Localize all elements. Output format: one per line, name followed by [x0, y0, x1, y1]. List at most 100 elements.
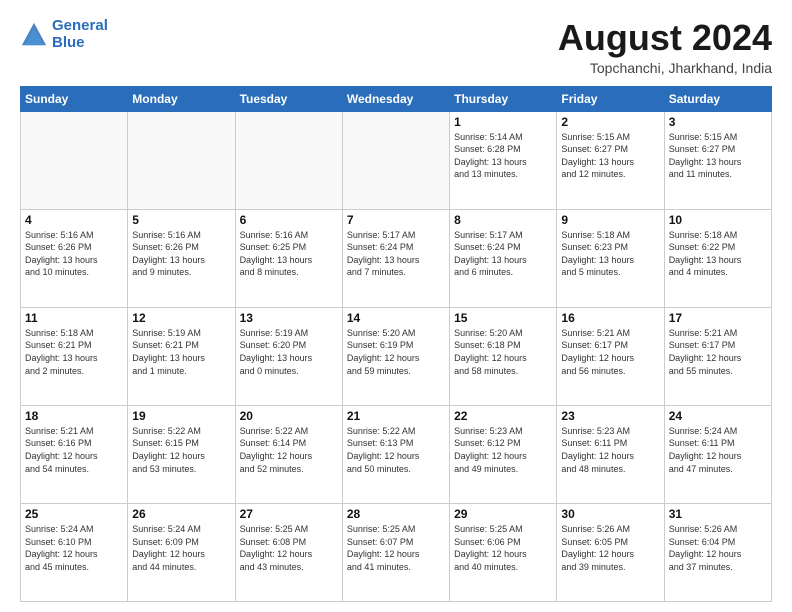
calendar-cell: [235, 111, 342, 209]
day-info: Sunrise: 5:15 AM Sunset: 6:27 PM Dayligh…: [561, 131, 659, 181]
day-info: Sunrise: 5:25 AM Sunset: 6:07 PM Dayligh…: [347, 523, 445, 573]
day-info: Sunrise: 5:16 AM Sunset: 6:25 PM Dayligh…: [240, 229, 338, 279]
col-thursday: Thursday: [450, 86, 557, 111]
day-info: Sunrise: 5:24 AM Sunset: 6:10 PM Dayligh…: [25, 523, 123, 573]
day-info: Sunrise: 5:22 AM Sunset: 6:14 PM Dayligh…: [240, 425, 338, 475]
day-info: Sunrise: 5:25 AM Sunset: 6:06 PM Dayligh…: [454, 523, 552, 573]
day-number: 8: [454, 213, 552, 227]
day-info: Sunrise: 5:15 AM Sunset: 6:27 PM Dayligh…: [669, 131, 767, 181]
day-number: 10: [669, 213, 767, 227]
logo-icon: [20, 21, 48, 49]
logo-line2: Blue: [52, 34, 85, 51]
day-info: Sunrise: 5:26 AM Sunset: 6:05 PM Dayligh…: [561, 523, 659, 573]
col-sunday: Sunday: [21, 86, 128, 111]
calendar-cell: 31 Sunrise: 5:26 AM Sunset: 6:04 PM Dayli…: [664, 503, 771, 601]
calendar-cell: 28 Sunrise: 5:25 AM Sunset: 6:07 PM Dayli…: [342, 503, 449, 601]
day-info: Sunrise: 5:18 AM Sunset: 6:23 PM Dayligh…: [561, 229, 659, 279]
day-number: 12: [132, 311, 230, 325]
calendar-week-2: 11 Sunrise: 5:18 AM Sunset: 6:21 PM Dayli…: [21, 307, 772, 405]
calendar-cell: 23 Sunrise: 5:23 AM Sunset: 6:11 PM Dayli…: [557, 405, 664, 503]
calendar-cell: [342, 111, 449, 209]
page: General Blue August 2024 Topchanchi, Jha…: [0, 0, 792, 612]
day-number: 3: [669, 115, 767, 129]
day-number: 6: [240, 213, 338, 227]
calendar-cell: 8 Sunrise: 5:17 AM Sunset: 6:24 PM Daylig…: [450, 209, 557, 307]
day-info: Sunrise: 5:26 AM Sunset: 6:04 PM Dayligh…: [669, 523, 767, 573]
calendar-cell: 1 Sunrise: 5:14 AM Sunset: 6:28 PM Daylig…: [450, 111, 557, 209]
day-info: Sunrise: 5:21 AM Sunset: 6:16 PM Dayligh…: [25, 425, 123, 475]
calendar-cell: 26Sunrise: 5:24 AM Sunset: 6:09 PM Dayli…: [128, 503, 235, 601]
calendar-cell: 7Sunrise: 5:17 AM Sunset: 6:24 PM Daylig…: [342, 209, 449, 307]
calendar-cell: 12 Sunrise: 5:19 AM Sunset: 6:21 PM Dayli…: [128, 307, 235, 405]
col-friday: Friday: [557, 86, 664, 111]
col-wednesday: Wednesday: [342, 86, 449, 111]
day-number: 19: [132, 409, 230, 423]
day-info: Sunrise: 5:17 AM Sunset: 6:24 PM Dayligh…: [454, 229, 552, 279]
day-info: Sunrise: 5:20 AM Sunset: 6:19 PM Dayligh…: [347, 327, 445, 377]
header: General Blue August 2024 Topchanchi, Jha…: [20, 18, 772, 76]
day-number: 14: [347, 311, 445, 325]
day-number: 1: [454, 115, 552, 129]
calendar-cell: 11 Sunrise: 5:18 AM Sunset: 6:21 PM Dayli…: [21, 307, 128, 405]
calendar-cell: 3 Sunrise: 5:15 AM Sunset: 6:27 PM Daylig…: [664, 111, 771, 209]
day-info: Sunrise: 5:22 AM Sunset: 6:13 PM Dayligh…: [347, 425, 445, 475]
calendar-cell: 2Sunrise: 5:15 AM Sunset: 6:27 PM Daylig…: [557, 111, 664, 209]
logo: General Blue: [20, 18, 108, 51]
day-number: 23: [561, 409, 659, 423]
day-number: 17: [669, 311, 767, 325]
day-number: 21: [347, 409, 445, 423]
col-saturday: Saturday: [664, 86, 771, 111]
day-info: Sunrise: 5:18 AM Sunset: 6:21 PM Dayligh…: [25, 327, 123, 377]
calendar-cell: 27 Sunrise: 5:25 AM Sunset: 6:08 PM Dayli…: [235, 503, 342, 601]
day-info: Sunrise: 5:25 AM Sunset: 6:08 PM Dayligh…: [240, 523, 338, 573]
day-number: 4: [25, 213, 123, 227]
calendar-week-1: 4 Sunrise: 5:16 AM Sunset: 6:26 PM Daylig…: [21, 209, 772, 307]
day-number: 9: [561, 213, 659, 227]
day-number: 11: [25, 311, 123, 325]
day-number: 16: [561, 311, 659, 325]
day-number: 28: [347, 507, 445, 521]
calendar-cell: 25Sunrise: 5:24 AM Sunset: 6:10 PM Dayli…: [21, 503, 128, 601]
calendar-cell: 4 Sunrise: 5:16 AM Sunset: 6:26 PM Daylig…: [21, 209, 128, 307]
calendar-cell: 29Sunrise: 5:25 AM Sunset: 6:06 PM Dayli…: [450, 503, 557, 601]
calendar-week-0: 1 Sunrise: 5:14 AM Sunset: 6:28 PM Daylig…: [21, 111, 772, 209]
day-info: Sunrise: 5:16 AM Sunset: 6:26 PM Dayligh…: [132, 229, 230, 279]
calendar-cell: 20 Sunrise: 5:22 AM Sunset: 6:14 PM Dayli…: [235, 405, 342, 503]
day-info: Sunrise: 5:23 AM Sunset: 6:11 PM Dayligh…: [561, 425, 659, 475]
calendar-table: Sunday Monday Tuesday Wednesday Thursday…: [20, 86, 772, 602]
day-info: Sunrise: 5:14 AM Sunset: 6:28 PM Dayligh…: [454, 131, 552, 181]
day-info: Sunrise: 5:21 AM Sunset: 6:17 PM Dayligh…: [669, 327, 767, 377]
calendar-cell: 30 Sunrise: 5:26 AM Sunset: 6:05 PM Dayli…: [557, 503, 664, 601]
calendar-header-row: Sunday Monday Tuesday Wednesday Thursday…: [21, 86, 772, 111]
calendar-cell: 6 Sunrise: 5:16 AM Sunset: 6:25 PM Daylig…: [235, 209, 342, 307]
calendar-cell: 24Sunrise: 5:24 AM Sunset: 6:11 PM Dayli…: [664, 405, 771, 503]
day-info: Sunrise: 5:19 AM Sunset: 6:21 PM Dayligh…: [132, 327, 230, 377]
day-number: 18: [25, 409, 123, 423]
day-number: 5: [132, 213, 230, 227]
day-number: 13: [240, 311, 338, 325]
calendar-cell: 10 Sunrise: 5:18 AM Sunset: 6:22 PM Dayli…: [664, 209, 771, 307]
day-number: 20: [240, 409, 338, 423]
col-monday: Monday: [128, 86, 235, 111]
calendar-cell: 14 Sunrise: 5:20 AM Sunset: 6:19 PM Dayli…: [342, 307, 449, 405]
calendar-cell: [128, 111, 235, 209]
calendar-cell: 15Sunrise: 5:20 AM Sunset: 6:18 PM Dayli…: [450, 307, 557, 405]
day-info: Sunrise: 5:21 AM Sunset: 6:17 PM Dayligh…: [561, 327, 659, 377]
day-info: Sunrise: 5:16 AM Sunset: 6:26 PM Dayligh…: [25, 229, 123, 279]
day-info: Sunrise: 5:22 AM Sunset: 6:15 PM Dayligh…: [132, 425, 230, 475]
col-tuesday: Tuesday: [235, 86, 342, 111]
calendar-cell: [21, 111, 128, 209]
subtitle: Topchanchi, Jharkhand, India: [558, 60, 772, 76]
calendar-cell: 18 Sunrise: 5:21 AM Sunset: 6:16 PM Dayli…: [21, 405, 128, 503]
calendar-cell: 5 Sunrise: 5:16 AM Sunset: 6:26 PM Daylig…: [128, 209, 235, 307]
day-number: 22: [454, 409, 552, 423]
calendar-week-3: 18 Sunrise: 5:21 AM Sunset: 6:16 PM Dayli…: [21, 405, 772, 503]
day-number: 30: [561, 507, 659, 521]
calendar-week-4: 25Sunrise: 5:24 AM Sunset: 6:10 PM Dayli…: [21, 503, 772, 601]
day-info: Sunrise: 5:18 AM Sunset: 6:22 PM Dayligh…: [669, 229, 767, 279]
day-info: Sunrise: 5:17 AM Sunset: 6:24 PM Dayligh…: [347, 229, 445, 279]
day-number: 27: [240, 507, 338, 521]
main-title: August 2024: [558, 18, 772, 58]
day-number: 31: [669, 507, 767, 521]
calendar-cell: 22Sunrise: 5:23 AM Sunset: 6:12 PM Dayli…: [450, 405, 557, 503]
